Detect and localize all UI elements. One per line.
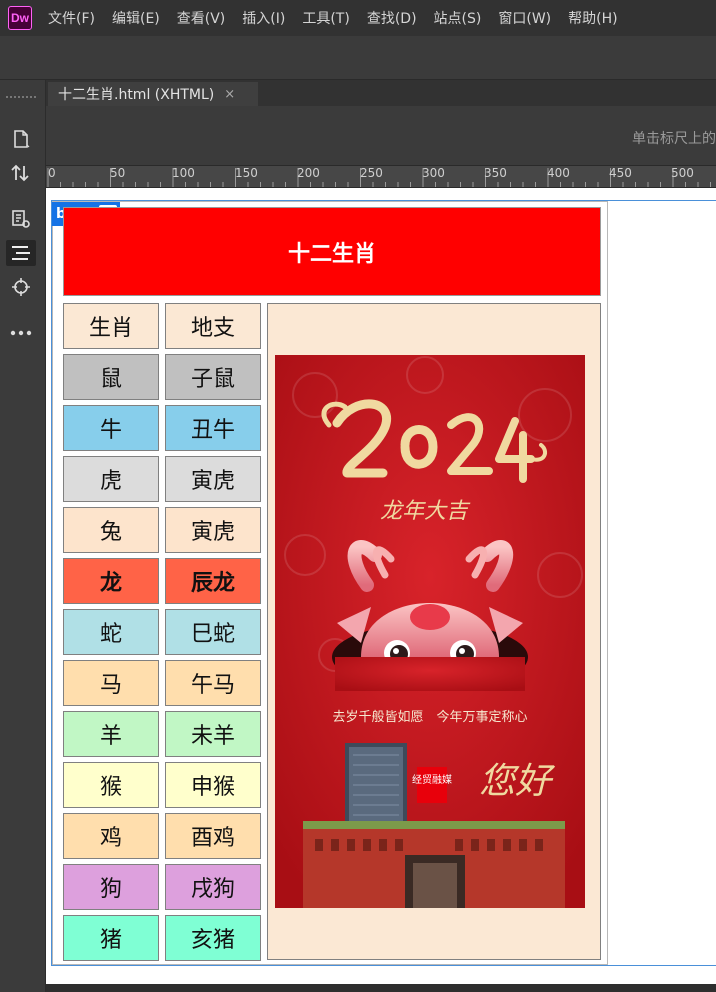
zodiac-branch-cell[interactable]: 酉鸡 [165, 813, 261, 859]
menu-file[interactable]: 文件(F) [48, 8, 95, 28]
header-cell-branch[interactable]: 地支 [165, 303, 261, 349]
target-icon[interactable] [6, 274, 36, 300]
ruler-label: 50 [110, 166, 126, 180]
menu-edit[interactable]: 编辑(E) [112, 8, 160, 28]
ruler-label: 500 [671, 166, 694, 180]
zodiac-animal-cell[interactable]: 牛 [63, 405, 159, 451]
ruler-label: 100 [172, 166, 195, 180]
zodiac-animal-cell[interactable]: 龙 [63, 558, 159, 604]
menu-window[interactable]: 窗口(W) [498, 8, 551, 28]
zodiac-branch-cell[interactable]: 亥猪 [165, 915, 261, 961]
zodiac-branch-cell[interactable]: 戌狗 [165, 864, 261, 910]
ruler-label: 300 [422, 166, 445, 180]
status-bar [46, 984, 716, 992]
poster-seal-text: 经贸融媒 [412, 773, 452, 786]
dom-panel-icon[interactable] [6, 240, 36, 266]
zodiac-branch-cell[interactable]: 巳蛇 [165, 609, 261, 655]
zodiac-animal-cell[interactable]: 虎 [63, 456, 159, 502]
zodiac-branch-cell[interactable]: 申猴 [165, 762, 261, 808]
more-options-icon[interactable] [6, 320, 36, 346]
menu-insert[interactable]: 插入(I) [242, 8, 285, 28]
menu-find[interactable]: 查找(D) [367, 8, 417, 28]
tool-rail [0, 80, 46, 992]
zodiac-animal-cell[interactable]: 羊 [63, 711, 159, 757]
zodiac-animal-cell[interactable]: 兔 [63, 507, 159, 553]
page-header[interactable]: 十二生肖 [63, 207, 601, 296]
dreamweaver-logo-icon: Dw [8, 6, 32, 30]
ruler-label: 350 [484, 166, 507, 180]
design-canvas[interactable]: body + 十二生肖 生肖 地支 鼠子鼠牛丑牛虎寅虎兔寅虎龙辰龙蛇巳蛇马午马羊… [46, 188, 716, 984]
menu-site[interactable]: 站点(S) [434, 8, 482, 28]
toolbar-strip [0, 36, 716, 80]
close-tab-icon[interactable]: × [224, 87, 235, 102]
zodiac-branch-cell[interactable]: 子鼠 [165, 354, 261, 400]
page-title: 十二生肖 [287, 241, 376, 267]
menu-tools[interactable]: 工具(T) [302, 8, 349, 28]
ruler-label: 200 [297, 166, 320, 180]
new-document-icon[interactable] [6, 126, 36, 152]
ruler-label: 450 [609, 166, 632, 180]
zodiac-branch-cell[interactable]: 寅虎 [165, 507, 261, 553]
poster-greeting: 龙年大吉 [380, 499, 471, 524]
ruler-label: 250 [360, 166, 383, 180]
document-tab-bar: 十二生肖.html (XHTML) × [46, 80, 716, 106]
zodiac-branch-cell[interactable]: 寅虎 [165, 456, 261, 502]
zodiac-animal-cell[interactable]: 鼠 [63, 354, 159, 400]
menu-view[interactable]: 查看(V) [177, 8, 226, 28]
zodiac-animal-cell[interactable]: 猪 [63, 915, 159, 961]
ruler-label: 0 [48, 166, 56, 180]
zodiac-branch-cell[interactable]: 未羊 [165, 711, 261, 757]
file-transfer-icon[interactable] [6, 160, 36, 186]
menu-help[interactable]: 帮助(H) [568, 8, 617, 28]
poster-tagline: 去岁千般皆如愿 今年万事定称心 [332, 709, 527, 725]
zodiac-animal-cell[interactable]: 鸡 [63, 813, 159, 859]
tab-document[interactable]: 十二生肖.html (XHTML) × [48, 82, 258, 106]
dragon-year-poster-image[interactable]: 龙年大吉 去岁千般皆如愿 今年万事定称心 经贸融媒 您好 [275, 355, 585, 908]
poster-brush-text: 您好 [479, 761, 556, 802]
zodiac-animal-cell[interactable]: 马 [63, 660, 159, 706]
zodiac-branch-cell[interactable]: 辰龙 [165, 558, 261, 604]
header-cell-animal[interactable]: 生肖 [63, 303, 159, 349]
zodiac-animal-cell[interactable]: 猴 [63, 762, 159, 808]
tab-title: 十二生肖.html (XHTML) [58, 87, 215, 103]
horizontal-ruler[interactable]: 0 50 100 150 200 250 300 350 400 450 500 [46, 166, 716, 188]
dreamweaver-window: Dw 文件(F) 编辑(E) 查看(V) 插入(I) 工具(T) 查找(D) 站… [0, 0, 716, 992]
ruler-label: 400 [547, 166, 570, 180]
ruler-hint-text: 单击标尺上的 [632, 131, 716, 147]
rail-grip[interactable] [6, 96, 36, 102]
zodiac-branch-cell[interactable]: 丑牛 [165, 405, 261, 451]
zodiac-animal-cell[interactable]: 狗 [63, 864, 159, 910]
ruler-label: 150 [235, 166, 258, 180]
info-bar: 单击标尺上的 [46, 106, 716, 166]
zodiac-animal-cell[interactable]: 蛇 [63, 609, 159, 655]
menu-bar: Dw 文件(F) 编辑(E) 查看(V) 插入(I) 工具(T) 查找(D) 站… [0, 0, 716, 36]
code-inspect-icon[interactable] [6, 206, 36, 232]
zodiac-branch-cell[interactable]: 午马 [165, 660, 261, 706]
